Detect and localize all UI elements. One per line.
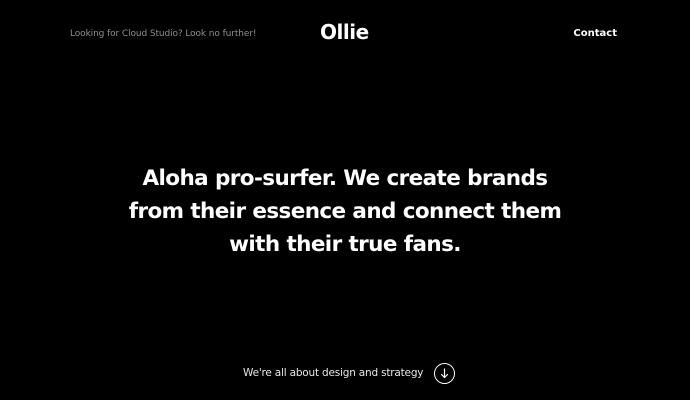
- site-logo[interactable]: Ollie: [320, 19, 369, 45]
- site-header: Looking for Cloud Studio? Look no furthe…: [0, 0, 690, 70]
- scroll-down-button[interactable]: [434, 362, 456, 384]
- scroll-cta: We're all about design and strategy: [243, 361, 456, 385]
- hero-section: Aloha pro-surfer. We create brands from …: [95, 162, 595, 261]
- contact-link[interactable]: Contact: [573, 27, 617, 41]
- landing-page: Looking for Cloud Studio? Look no furthe…: [0, 0, 690, 400]
- hero-headline: Aloha pro-surfer. We create brands from …: [95, 162, 595, 261]
- scroll-cta-text: We're all about design and strategy: [243, 367, 424, 379]
- hero-headline-line-2: from their essence and connect them: [128, 199, 562, 224]
- hero-headline-line-3: with their true fans.: [229, 232, 461, 257]
- header-tagline: Looking for Cloud Studio? Look no furthe…: [70, 29, 257, 39]
- arrow-down-icon: [441, 367, 449, 378]
- hero-headline-line-1: Aloha pro-surfer. We create brands: [142, 166, 549, 191]
